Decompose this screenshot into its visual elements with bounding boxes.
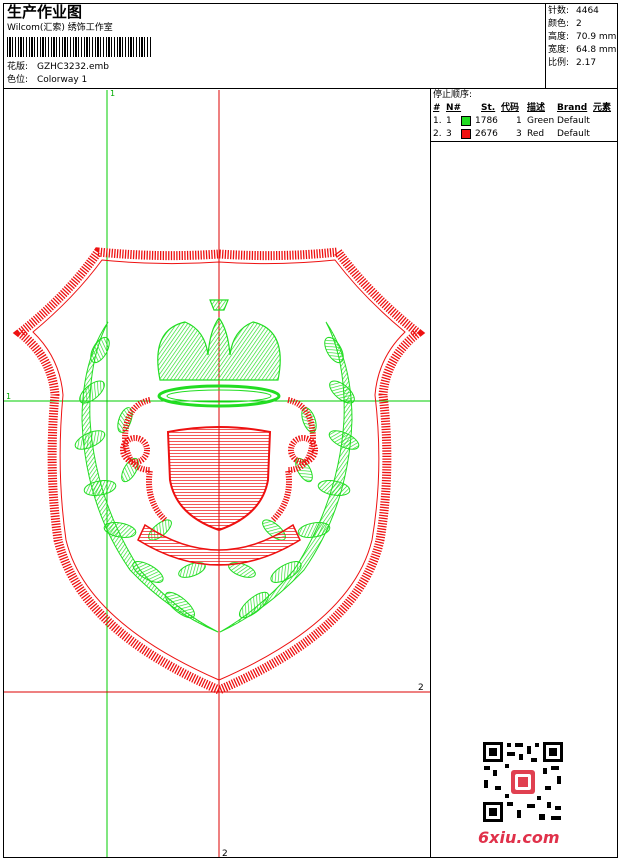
supporter-left — [120, 397, 168, 523]
watermark-logo: 6xiu.com — [478, 828, 560, 847]
axis-label-v2: 2 — [222, 849, 228, 859]
axis-label-v1: 1 — [110, 89, 115, 98]
axis-label-h1: 1 — [6, 392, 11, 401]
axis-label-h2: 2 — [418, 683, 424, 693]
embroidery-design: 1 1 2 2 — [4, 89, 430, 859]
supporter-right — [270, 397, 318, 523]
qr-code — [481, 740, 565, 824]
center-shield — [166, 426, 272, 532]
